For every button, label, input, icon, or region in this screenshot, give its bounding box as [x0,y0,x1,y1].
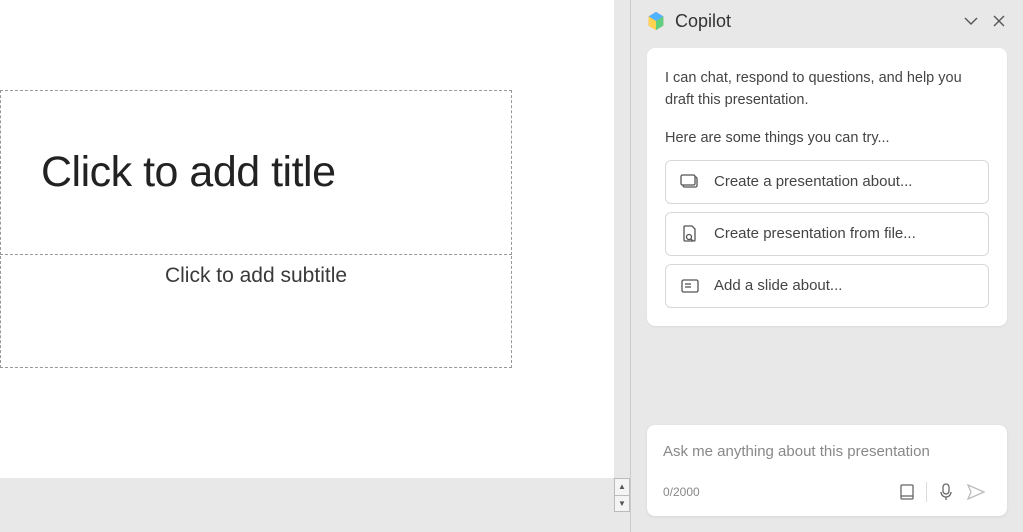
microphone-icon [938,483,954,501]
copilot-intro-card: I can chat, respond to questions, and he… [647,48,1007,326]
char-count: 0/2000 [663,485,892,499]
collapse-button[interactable] [957,7,985,35]
subtitle-placeholder[interactable]: Click to add subtitle [0,256,512,368]
microphone-button[interactable] [931,478,961,506]
copilot-pane: Copilot I can chat, respond to questions… [630,0,1023,532]
title-placeholder-text: Click to add title [41,148,336,197]
vertical-scroll-spinner[interactable]: ▲ ▼ [614,478,630,512]
suggestion-label: Create a presentation about... [714,173,912,190]
suggestion-from-file[interactable]: Create presentation from file... [665,212,989,256]
copilot-header: Copilot [631,0,1023,42]
slide-add-icon [680,276,700,296]
suggestion-label: Create presentation from file... [714,225,916,242]
close-button[interactable] [985,7,1013,35]
copilot-try-text: Here are some things you can try... [665,130,989,146]
copilot-input-toolbar: 0/2000 [663,478,991,506]
slide-canvas[interactable]: Click to add title Click to add subtitle [0,0,614,478]
title-placeholder[interactable]: Click to add title [0,90,512,255]
copilot-input-card: Ask me anything about this presentation … [647,425,1007,516]
chevron-down-icon [963,13,979,29]
suggestion-label: Add a slide about... [714,277,842,294]
subtitle-placeholder-text: Click to add subtitle [165,264,347,287]
copilot-intro-text: I can chat, respond to questions, and he… [665,68,989,112]
scroll-up-icon[interactable]: ▲ [615,479,629,496]
presentation-outline-icon [680,172,700,192]
close-icon [992,14,1006,28]
prompt-guide-button[interactable] [892,478,922,506]
suggestion-create-presentation[interactable]: Create a presentation about... [665,160,989,204]
copilot-body: I can chat, respond to questions, and he… [631,42,1023,532]
spacer [647,326,1007,426]
copilot-title: Copilot [675,11,957,32]
divider [926,482,927,502]
send-icon [966,483,986,501]
send-button[interactable] [961,478,991,506]
copilot-logo-icon [645,10,667,32]
book-icon [898,483,916,501]
scroll-down-icon[interactable]: ▼ [615,496,629,512]
file-search-icon [680,224,700,244]
slide-editor-area: Click to add title Click to add subtitle… [0,0,630,532]
copilot-input[interactable]: Ask me anything about this presentation [663,439,991,478]
suggestion-add-slide[interactable]: Add a slide about... [665,264,989,308]
